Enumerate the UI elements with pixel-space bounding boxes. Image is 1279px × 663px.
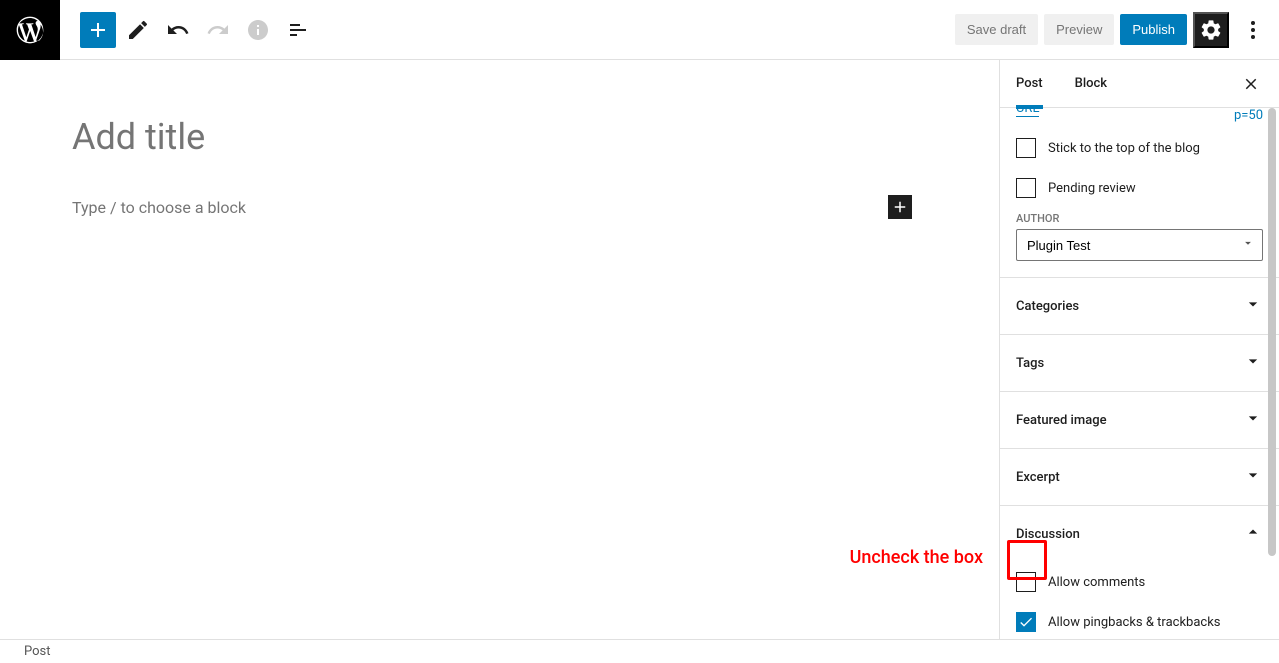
- pending-review-label: Pending review: [1048, 181, 1136, 196]
- allow-comments-row: Allow comments: [1000, 562, 1279, 602]
- scrollbar-thumb[interactable]: [1268, 108, 1276, 556]
- pencil-icon: [126, 18, 150, 42]
- editor-header: Save draft Preview Publish: [0, 0, 1279, 60]
- add-block-inline-button[interactable]: [888, 195, 912, 219]
- panel-tags-header[interactable]: Tags: [1000, 335, 1279, 391]
- toolbar-left: [60, 12, 316, 48]
- panel-featured-image-header[interactable]: Featured image: [1000, 392, 1279, 448]
- save-draft-button[interactable]: Save draft: [955, 14, 1038, 45]
- stick-top-checkbox[interactable]: [1016, 138, 1036, 158]
- settings-sidebar: Post Block URL p=50 Stick to the top of …: [999, 60, 1279, 639]
- add-block-button[interactable]: [80, 12, 116, 48]
- panel-tags: Tags: [1000, 334, 1279, 391]
- permalink-label: URL: [1016, 108, 1039, 117]
- editor-footer: Post: [0, 639, 1279, 663]
- chevron-down-icon: [1243, 408, 1263, 432]
- chevron-down-icon: [1243, 351, 1263, 375]
- close-icon: [1242, 75, 1260, 93]
- sidebar-tabs: Post Block: [1000, 60, 1279, 108]
- wordpress-logo[interactable]: [0, 0, 60, 60]
- post-title-input[interactable]: Add title: [72, 116, 912, 159]
- block-placeholder[interactable]: Type / to choose a block: [72, 198, 246, 217]
- author-select[interactable]: Plugin Test: [1016, 229, 1263, 261]
- plus-icon: [86, 18, 110, 42]
- undo-button[interactable]: [160, 12, 196, 48]
- settings-button[interactable]: [1193, 12, 1229, 48]
- panel-categories: Categories: [1000, 277, 1279, 334]
- gear-icon: [1199, 18, 1223, 42]
- info-icon: [246, 18, 270, 42]
- chevron-up-icon: [1243, 522, 1263, 546]
- undo-icon: [166, 18, 190, 42]
- annotation-text: Uncheck the box: [850, 547, 983, 568]
- sidebar-content: URL p=50 Stick to the top of the blog Pe…: [1000, 108, 1279, 639]
- permalink-row: URL p=50: [1000, 108, 1279, 128]
- tab-post[interactable]: Post: [1016, 60, 1059, 108]
- author-label: Author: [1000, 208, 1279, 229]
- allow-comments-checkbox[interactable]: [1016, 572, 1036, 592]
- breadcrumb[interactable]: Post: [24, 644, 51, 659]
- panel-discussion: Discussion Allow comments Allow pingback…: [1000, 505, 1279, 639]
- more-vertical-icon: [1241, 18, 1265, 42]
- pending-review-checkbox[interactable]: [1016, 178, 1036, 198]
- check-icon: [1018, 614, 1034, 630]
- allow-pingbacks-label: Allow pingbacks & trackbacks: [1048, 615, 1221, 630]
- panel-discussion-header[interactable]: Discussion: [1000, 506, 1279, 562]
- redo-button[interactable]: [200, 12, 236, 48]
- publish-button[interactable]: Publish: [1120, 14, 1187, 45]
- preview-button[interactable]: Preview: [1044, 14, 1114, 45]
- permalink-value[interactable]: p=50: [1234, 108, 1263, 124]
- plus-icon: [891, 198, 909, 216]
- tab-block[interactable]: Block: [1075, 60, 1123, 108]
- stick-top-label: Stick to the top of the blog: [1048, 141, 1200, 156]
- panel-categories-header[interactable]: Categories: [1000, 278, 1279, 334]
- panel-excerpt: Excerpt: [1000, 448, 1279, 505]
- chevron-down-icon: [1243, 294, 1263, 318]
- list-icon: [286, 18, 310, 42]
- edit-mode-button[interactable]: [120, 12, 156, 48]
- toolbar-right: Save draft Preview Publish: [955, 12, 1279, 48]
- outline-button[interactable]: [280, 12, 316, 48]
- allow-pingbacks-checkbox[interactable]: [1016, 612, 1036, 632]
- close-sidebar-button[interactable]: [1239, 72, 1263, 96]
- chevron-down-icon: [1243, 465, 1263, 489]
- pending-review-row: Pending review: [1000, 168, 1279, 208]
- redo-icon: [206, 18, 230, 42]
- allow-pingbacks-row: Allow pingbacks & trackbacks: [1000, 602, 1279, 639]
- info-button[interactable]: [240, 12, 276, 48]
- panel-featured-image: Featured image: [1000, 391, 1279, 448]
- more-options-button[interactable]: [1235, 12, 1271, 48]
- allow-comments-label: Allow comments: [1048, 575, 1145, 590]
- stick-top-row: Stick to the top of the blog: [1000, 128, 1279, 168]
- panel-excerpt-header[interactable]: Excerpt: [1000, 449, 1279, 505]
- wordpress-icon: [14, 14, 46, 46]
